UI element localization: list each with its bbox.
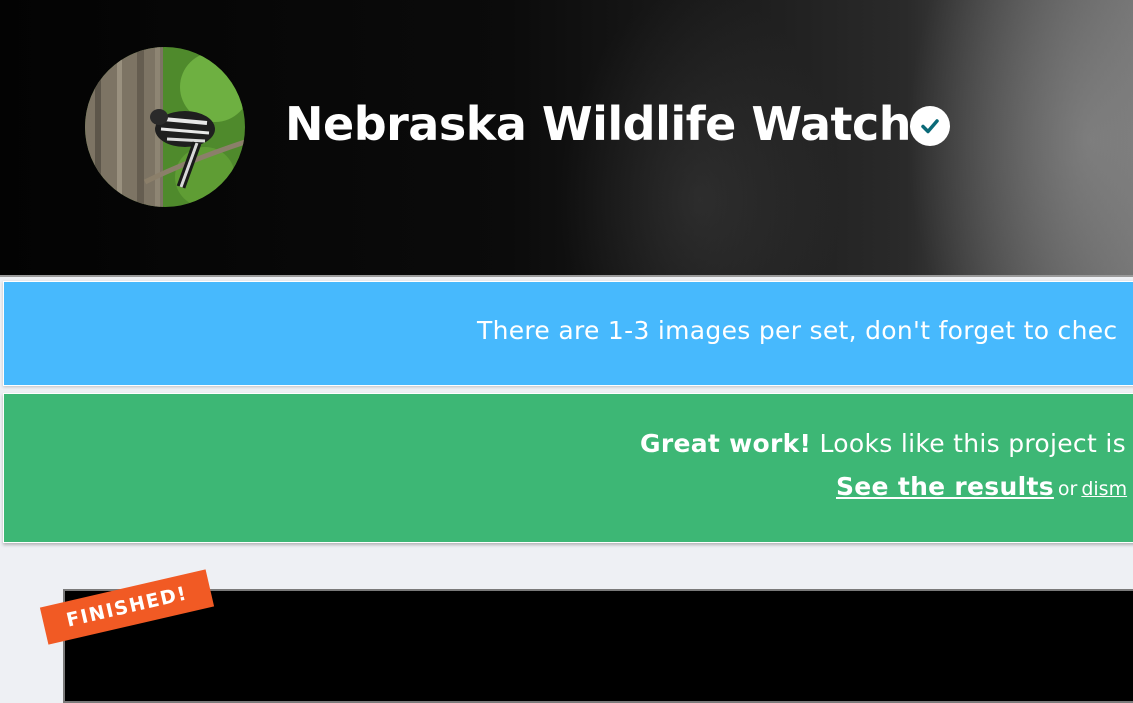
project-avatar[interactable] bbox=[85, 47, 245, 207]
check-circle-icon bbox=[921, 119, 939, 134]
subject-viewer[interactable] bbox=[63, 589, 1133, 703]
project-title: Nebraska Wildlife Watch bbox=[285, 97, 912, 151]
verified-badge bbox=[910, 106, 950, 146]
project-complete-message: Great work! Looks like this project is bbox=[640, 429, 1126, 458]
project-complete-banner bbox=[3, 393, 1133, 543]
dismiss-link[interactable]: dism bbox=[1081, 478, 1127, 500]
info-banner-text: There are 1-3 images per set, don't forg… bbox=[477, 316, 1118, 345]
great-work-label: Great work! bbox=[640, 429, 812, 458]
avatar-image bbox=[85, 47, 245, 207]
complete-message-text: Looks like this project is bbox=[811, 429, 1126, 458]
or-separator: or bbox=[1057, 478, 1078, 500]
see-results-link[interactable]: See the results bbox=[836, 472, 1054, 501]
project-header: Nebraska Wildlife Watch bbox=[0, 0, 1133, 277]
complete-actions: See the results or dism bbox=[836, 472, 1127, 501]
